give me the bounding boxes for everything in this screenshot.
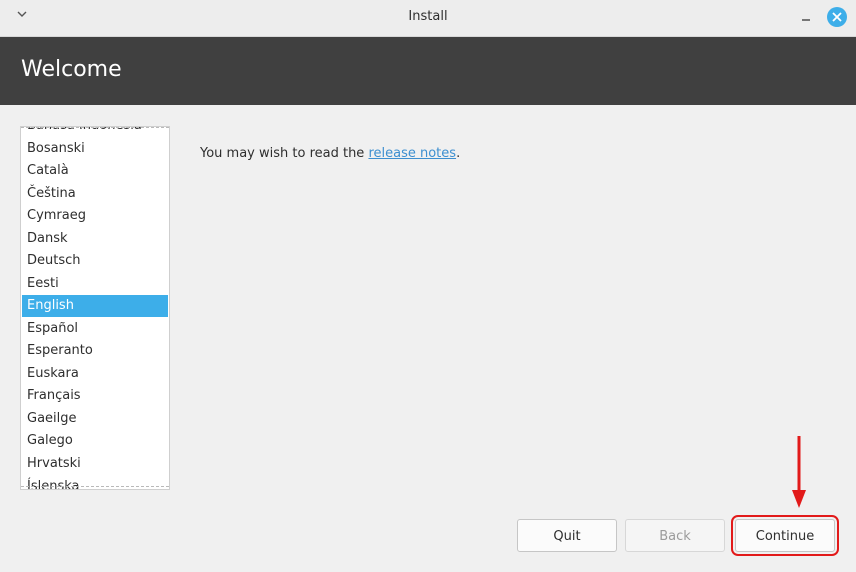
language-item[interactable]: Cymraeg: [22, 205, 168, 227]
release-notes-prefix: You may wish to read the: [200, 146, 369, 161]
language-item[interactable]: Euskara: [22, 363, 168, 385]
release-notes-suffix: .: [456, 146, 461, 161]
release-notes-text: You may wish to read the release notes.: [200, 146, 460, 161]
language-item[interactable]: Gaeilge: [22, 408, 168, 430]
window-title: Install: [408, 9, 448, 24]
back-button[interactable]: Back: [625, 519, 725, 552]
language-item[interactable]: Dansk: [22, 228, 168, 250]
minimize-icon[interactable]: [799, 9, 813, 25]
continue-button[interactable]: Continue: [731, 515, 839, 556]
page-title: Welcome: [21, 57, 122, 82]
language-item[interactable]: Hrvatski: [22, 453, 168, 475]
language-item[interactable]: Galego: [22, 430, 168, 452]
language-item[interactable]: Čeština: [22, 183, 168, 205]
language-item[interactable]: Deutsch: [22, 250, 168, 272]
language-item[interactable]: Esperanto: [22, 340, 168, 362]
red-arrow-annotation: [792, 436, 806, 508]
release-notes-link[interactable]: release notes: [368, 146, 456, 161]
close-icon[interactable]: [827, 7, 847, 27]
language-item[interactable]: Català: [22, 160, 168, 182]
language-item[interactable]: Bosanski: [22, 138, 168, 160]
page-header: Welcome: [0, 37, 856, 105]
quit-button[interactable]: Quit: [517, 519, 617, 552]
title-bar: Install: [0, 0, 856, 37]
language-item-selected[interactable]: English: [22, 295, 168, 317]
language-item[interactable]: Français: [22, 385, 168, 407]
list-scroll-edge: [21, 127, 169, 128]
language-item[interactable]: Íslenska: [22, 476, 168, 489]
list-scroll-edge: [21, 486, 169, 487]
language-item[interactable]: Eesti: [22, 273, 168, 295]
language-item[interactable]: Español: [22, 318, 168, 340]
language-list[interactable]: Bahasa Indonesia Bosanski Català Čeština…: [20, 126, 170, 490]
